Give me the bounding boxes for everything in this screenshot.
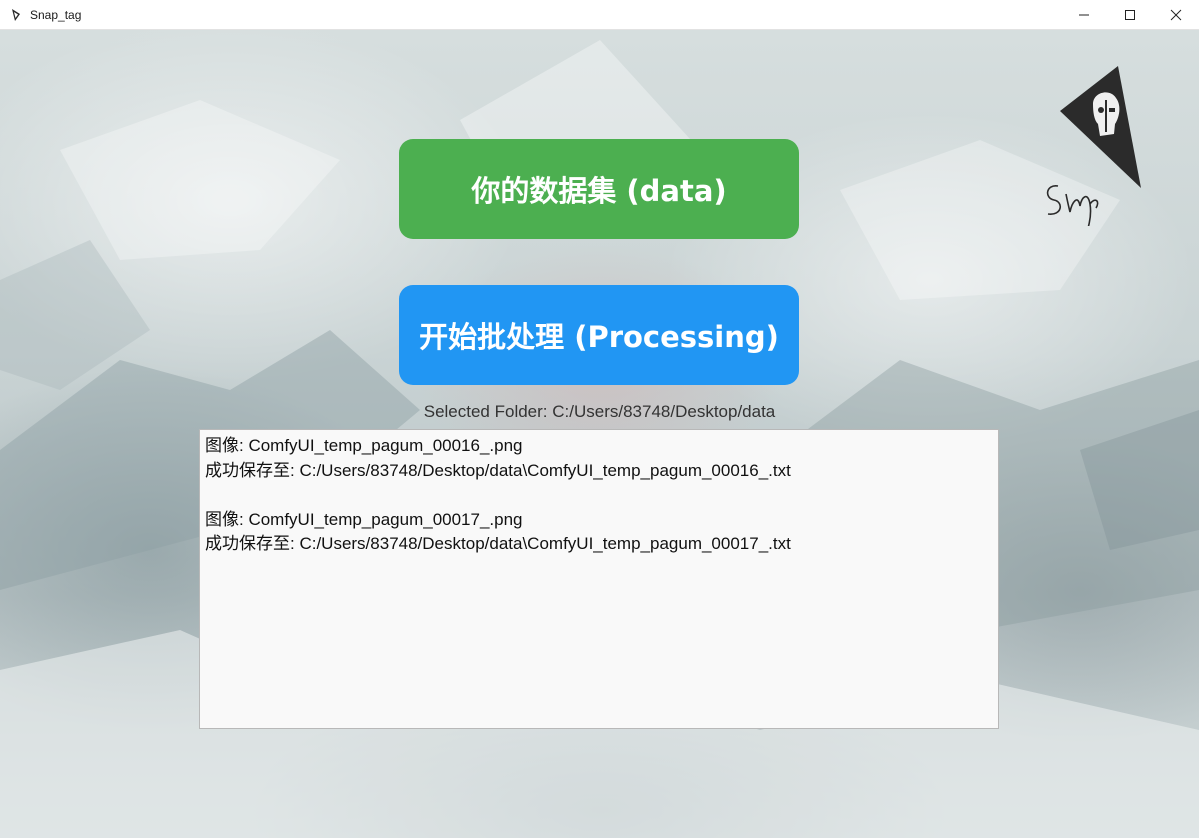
minimize-button[interactable] (1061, 0, 1107, 30)
log-line: 成功保存至: C:/Users/83748/Desktop/data\Comfy… (205, 460, 791, 480)
title-bar: Snap_tag (0, 0, 1199, 30)
minimize-icon (1079, 14, 1089, 16)
log-line: 成功保存至: C:/Users/83748/Desktop/data\Comfy… (205, 534, 791, 553)
process-button-label: 开始批处理 (Processing) (419, 320, 779, 354)
main-content: 你的数据集 (data) 开始批处理 (Processing) Selected… (0, 30, 1199, 838)
app-icon (8, 7, 24, 23)
maximize-button[interactable] (1107, 0, 1153, 30)
close-button[interactable] (1153, 0, 1199, 30)
dataset-button-label: 你的数据集 (data) (471, 174, 727, 208)
process-button[interactable]: 开始批处理 (Processing) (399, 285, 799, 385)
selected-folder-label: Selected Folder: C:/Users/83748/Desktop/… (423, 402, 776, 421)
log-line: 图像: ComfyUI_temp_pagum_00016_.png (205, 436, 523, 455)
snap-logo-icon (1046, 66, 1141, 226)
maximize-icon (1125, 10, 1135, 20)
log-line: 图像: ComfyUI_temp_pagum_00017_.png (205, 509, 523, 529)
window-controls (1061, 0, 1199, 30)
log-output-textarea[interactable]: 图像: ComfyUI_temp_pagum_00016_.png 成功保存至: … (199, 429, 999, 729)
close-icon (1170, 9, 1182, 21)
dataset-button[interactable]: 你的数据集 (data) (399, 139, 799, 239)
window-title: Snap_tag (30, 7, 82, 22)
